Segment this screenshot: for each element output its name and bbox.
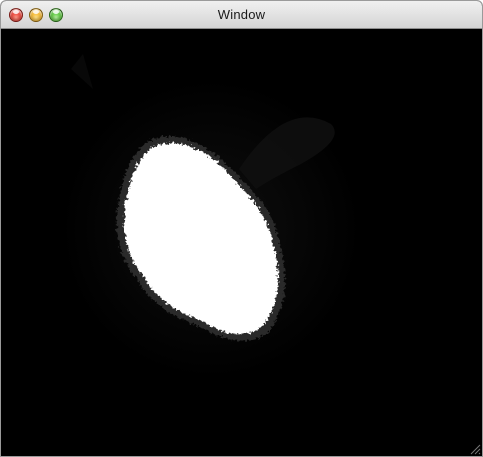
title-bar[interactable]: Window — [1, 1, 482, 29]
thresholded-image — [1, 29, 482, 456]
image-canvas — [1, 29, 482, 456]
app-window: Window — [0, 0, 483, 457]
window-title: Window — [217, 7, 266, 22]
resize-grip-icon[interactable] — [469, 443, 481, 455]
